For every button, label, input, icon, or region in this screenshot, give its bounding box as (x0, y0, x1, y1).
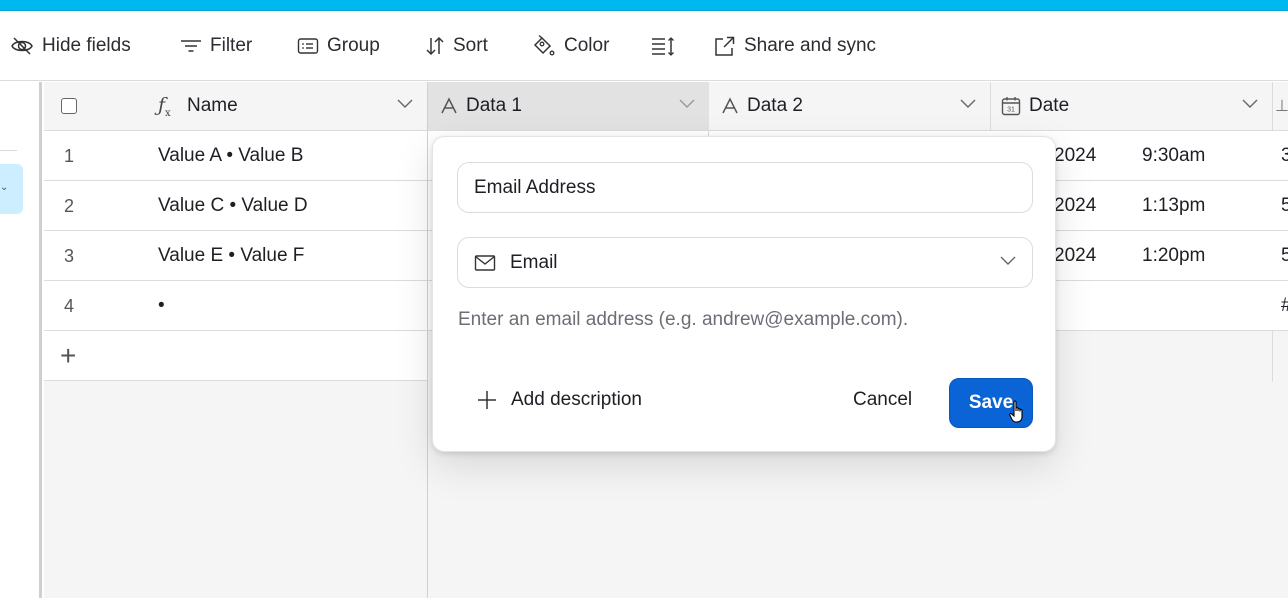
left-sidebar: ⌄ (0, 82, 42, 598)
column-header-name[interactable]: ƒx Name (44, 82, 427, 131)
share-icon (715, 36, 735, 56)
chevron-down-icon[interactable] (397, 99, 413, 109)
column-label: Data 1 (466, 95, 522, 116)
hand-pointer-cursor-icon (1009, 400, 1023, 423)
plus-icon[interactable]: + (60, 331, 76, 381)
filter-icon (181, 40, 201, 52)
share-and-sync-label: Share and sync (744, 35, 877, 56)
column-label: Date (1029, 95, 1070, 116)
group-label: Group (327, 35, 380, 56)
color-label: Color (564, 35, 610, 56)
row-number: 3 (64, 245, 75, 266)
text-icon (722, 97, 738, 114)
hide-fields-button[interactable]: Hide fields (10, 33, 131, 59)
chevron-down-icon: ⌄ (0, 182, 9, 193)
name-cell[interactable]: Value E • Value F (158, 231, 304, 281)
chevron-down-icon (1000, 256, 1016, 265)
filter-button[interactable]: Filter (180, 33, 252, 59)
top-accent-bar (0, 0, 1288, 11)
add-description-button[interactable]: Add description (477, 389, 642, 411)
svg-text:31: 31 (1007, 107, 1015, 114)
group-icon (297, 38, 319, 54)
chevron-down-icon[interactable] (1242, 99, 1258, 109)
row-height-icon (652, 37, 674, 56)
group-button[interactable]: Group (297, 33, 380, 59)
sort-button[interactable]: Sort (425, 33, 488, 59)
column-header-data-1[interactable]: Data 1 (428, 82, 709, 131)
next-column-cell[interactable]: 5 (1281, 231, 1288, 281)
filter-label: Filter (210, 35, 253, 56)
row-number: 1 (64, 145, 75, 166)
sort-label: Sort (453, 35, 488, 56)
add-row[interactable]: + (44, 331, 427, 381)
name-cell[interactable]: • (158, 281, 165, 331)
row-number: 4 (64, 295, 75, 316)
field-type-help-text: Enter an email address (e.g. andrew@exam… (458, 309, 909, 330)
row-height-button[interactable] (651, 33, 677, 59)
column-header-next[interactable]: ⊥ (1273, 82, 1288, 131)
time-cell[interactable]: 1:13pm (1142, 181, 1205, 231)
time-cell[interactable]: 1:20pm (1142, 231, 1205, 281)
chevron-down-icon[interactable] (960, 99, 976, 109)
date-cell[interactable]: 2024 (1054, 231, 1096, 281)
add-description-label: Add description (511, 389, 642, 410)
field-name-input[interactable]: Email Address (457, 162, 1033, 213)
field-type-icon: ⊥ (1275, 98, 1288, 115)
row-number: 2 (64, 195, 75, 216)
color-button[interactable]: Color (532, 33, 609, 59)
eye-off-icon (11, 37, 33, 55)
sidebar-selected-view[interactable]: ⌄ (0, 164, 23, 214)
chevron-down-icon[interactable] (679, 99, 695, 109)
name-cell[interactable]: Value C • Value D (158, 181, 308, 231)
mail-icon (474, 254, 496, 271)
field-editor-dialog: Email Address Email Enter an email addre… (432, 136, 1056, 452)
paint-bucket-icon (533, 35, 555, 56)
cancel-button[interactable]: Cancel (853, 389, 912, 411)
column-label: Data 2 (747, 95, 803, 116)
hide-fields-label: Hide fields (42, 35, 131, 56)
sidebar-divider (0, 150, 17, 151)
column-header-date[interactable]: 31 Date (991, 82, 1272, 131)
sort-icon (426, 36, 444, 56)
date-cell[interactable]: 2024 (1054, 131, 1096, 181)
calendar-icon: 31 (1001, 97, 1021, 116)
column-label: Name (187, 95, 238, 116)
view-toolbar: Hide fields Filter Group Sort Color Shar… (0, 11, 1288, 81)
plus-icon (478, 391, 496, 409)
field-type-label: Email (510, 251, 558, 273)
select-all-checkbox[interactable] (61, 98, 77, 114)
time-cell[interactable]: 9:30am (1142, 131, 1205, 181)
column-divider (427, 131, 428, 381)
next-column-cell[interactable]: 5 (1281, 181, 1288, 231)
share-and-sync-button[interactable]: Share and sync (714, 33, 876, 59)
text-icon (441, 97, 457, 114)
name-cell[interactable]: Value A • Value B (158, 131, 303, 181)
column-header-data-2[interactable]: Data 2 (709, 82, 990, 131)
field-type-select[interactable]: Email (457, 237, 1033, 288)
next-column-cell[interactable]: 3 (1281, 131, 1288, 181)
date-cell[interactable]: 2024 (1054, 181, 1096, 231)
formula-icon: ƒx (158, 94, 171, 119)
next-column-cell[interactable]: # (1281, 281, 1288, 331)
